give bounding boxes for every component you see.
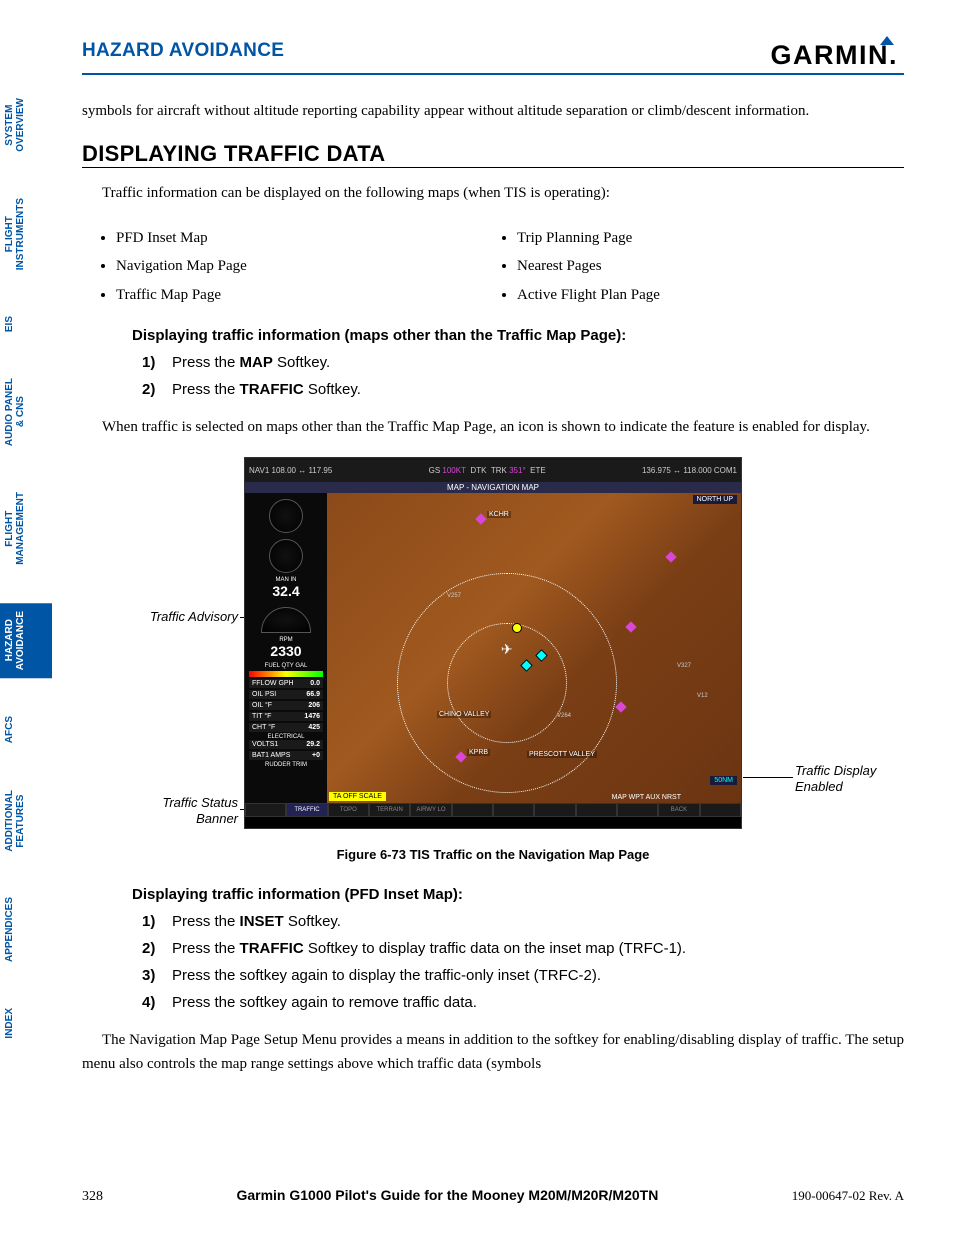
logo-triangle-icon — [880, 36, 894, 45]
tab-system-overview[interactable]: SYSTEM OVERVIEW — [0, 90, 52, 160]
fig-top-bar: NAV1 108.00 ↔ 117.95 GS 100KT DTK TRK 35… — [245, 458, 741, 482]
softkey-bar: TRAFFIC TOPO TERRAIN AIRWY LO BACK — [245, 803, 741, 817]
figure-wrap: Traffic Advisory Traffic Status Banner T… — [198, 457, 788, 829]
fig-map-area: NORTH UP ✈ KCHR KPRB V — [327, 493, 741, 803]
callout-line — [743, 777, 793, 778]
softkey-back: BACK — [658, 803, 699, 817]
setup-menu-text: The Navigation Map Page Setup Menu provi… — [82, 1029, 904, 1076]
softkey-airway: AIRWY LO — [410, 803, 451, 817]
list-item: Active Flight Plan Page — [517, 281, 904, 310]
figure-caption: Figure 6-73 TIS Traffic on the Navigatio… — [82, 847, 904, 862]
list-item: Trip Planning Page — [517, 224, 904, 253]
page-header: HAZARD AVOIDANCE GARMIN. — [82, 40, 904, 75]
callout-traffic-display-enabled: Traffic Display Enabled — [795, 763, 890, 794]
step-row: 1)Press the INSET Softkey. — [142, 913, 904, 930]
fig-map-title: MAP - NAVIGATION MAP — [245, 482, 741, 493]
softkey-topo: TOPO — [328, 803, 369, 817]
steps-other-maps: 1)Press the MAP Softkey. 2)Press the TRA… — [142, 354, 904, 398]
callout-traffic-status-banner: Traffic Status Banner — [138, 795, 238, 826]
navigation-map-screenshot: NAV1 108.00 ↔ 117.95 GS 100KT DTK TRK 35… — [244, 457, 742, 829]
softkey-terrain: TERRAIN — [369, 803, 410, 817]
steps-pfd-inset: 1)Press the INSET Softkey. 2)Press the T… — [142, 913, 904, 1011]
tab-hazard-avoidance[interactable]: HAZARD AVOIDANCE — [0, 603, 52, 678]
tab-flight-instruments[interactable]: FLIGHT INSTRUMENTS — [0, 190, 52, 278]
tab-index[interactable]: INDEX — [0, 1000, 52, 1047]
subheading-pfd-inset: Displaying traffic information (PFD Inse… — [132, 886, 904, 903]
callout-traffic-advisory: Traffic Advisory — [138, 609, 238, 625]
list-item: Traffic Map Page — [116, 281, 503, 310]
page-number: 328 — [82, 1189, 103, 1205]
ta-off-scale-banner: TA OFF SCALE — [329, 792, 386, 801]
section-title: HAZARD AVOIDANCE — [82, 40, 284, 62]
step-row: 3)Press the softkey again to display the… — [142, 967, 904, 984]
garmin-logo: GARMIN. — [770, 40, 904, 71]
tab-afcs[interactable]: AFCS — [0, 708, 52, 751]
step-row: 4)Press the softkey again to remove traf… — [142, 994, 904, 1011]
maps-intro-text: Traffic information can be displayed on … — [82, 182, 904, 205]
tab-eis[interactable]: EIS — [0, 308, 52, 340]
heading-displaying-traffic-data: DISPLAYING TRAFFIC DATA — [82, 141, 904, 168]
page-content: HAZARD AVOIDANCE GARMIN. symbols for air… — [52, 0, 954, 1124]
tab-appendices[interactable]: APPENDICES — [0, 889, 52, 970]
icon-note-text: When traffic is selected on maps other t… — [82, 416, 904, 439]
page-footer: 328 Garmin G1000 Pilot's Guide for the M… — [82, 1187, 904, 1205]
list-item: Nearest Pages — [517, 252, 904, 281]
list-item: Navigation Map Page — [116, 252, 503, 281]
map-list: PFD Inset Map Navigation Map Page Traffi… — [102, 224, 904, 310]
subheading-other-maps: Displaying traffic information (maps oth… — [132, 327, 904, 344]
north-up-badge: NORTH UP — [693, 495, 737, 504]
intro-paragraph: symbols for aircraft without altitude re… — [82, 100, 904, 123]
tab-flight-management[interactable]: FLIGHT MANAGEMENT — [0, 484, 52, 573]
step-row: 1)Press the MAP Softkey. — [142, 354, 904, 371]
footer-revision: 190-00647-02 Rev. A — [792, 1188, 904, 1204]
tab-audio-panel-cns[interactable]: AUDIO PANEL & CNS — [0, 370, 52, 454]
ownship-icon: ✈ — [501, 642, 513, 659]
map-scale: 50NM — [710, 776, 737, 785]
tab-additional-features[interactable]: ADDITIONAL FEATURES — [0, 782, 52, 860]
footer-title: Garmin G1000 Pilot's Guide for the Moone… — [236, 1187, 658, 1203]
step-row: 2)Press the TRAFFIC Softkey to display t… — [142, 940, 904, 957]
step-row: 2)Press the TRAFFIC Softkey. — [142, 381, 904, 398]
list-item: PFD Inset Map — [116, 224, 503, 253]
softkey-traffic: TRAFFIC — [286, 803, 327, 817]
sidebar-tabs: SYSTEM OVERVIEW FLIGHT INSTRUMENTS EIS A… — [0, 0, 52, 1124]
fig-eis-strip: MAN IN 32.4 RPM 2330 FUEL QTY GAL FFLOW … — [245, 493, 327, 803]
